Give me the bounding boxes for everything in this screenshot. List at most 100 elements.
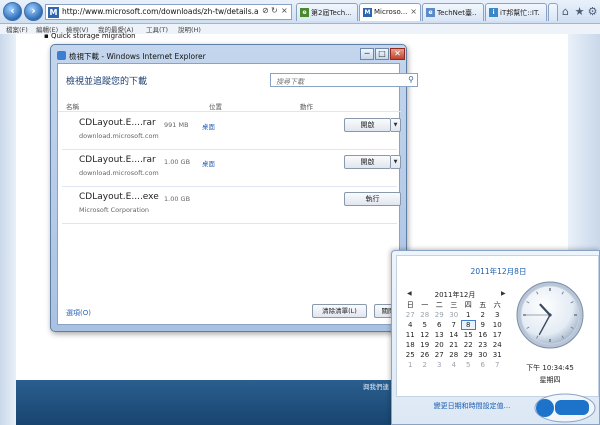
current-date-link[interactable]: 2011年12月8日 <box>397 266 600 277</box>
calendar-day[interactable]: 2 <box>418 360 433 370</box>
calendar-day[interactable]: 28 <box>418 310 433 320</box>
calendar-day[interactable]: 1 <box>461 310 476 320</box>
calendar-day-today[interactable]: 8 <box>461 320 476 330</box>
download-row: CDLayout.E....rar download.microsoft.com… <box>58 152 401 187</box>
download-location-link[interactable]: 桌面 <box>202 121 215 131</box>
tab-label: TechNet臺... <box>437 9 477 17</box>
clock-weekday: 星期四 <box>539 376 561 384</box>
calendar-day[interactable]: 29 <box>461 350 476 360</box>
calendar-week-row: 18 19 20 21 22 23 24 <box>403 340 511 350</box>
calendar-week-row: 25 26 27 28 29 30 31 <box>403 350 511 360</box>
calendar-day[interactable]: 9 <box>476 320 491 330</box>
calendar-day[interactable]: 25 <box>403 350 418 360</box>
calendar-day[interactable]: 29 <box>432 310 447 320</box>
chevron-down-icon[interactable]: ▼ <box>391 118 401 132</box>
tab-techdays[interactable]: e 第2屆Tech... <box>296 3 358 21</box>
download-filename: CDLayout.E....rar <box>79 118 156 128</box>
calendar-day[interactable]: 10 <box>490 320 505 330</box>
calendar-week-row: 1234567 <box>403 360 511 370</box>
calendar-day[interactable]: 6 <box>476 360 491 370</box>
header-divider <box>58 111 401 112</box>
calendar-day[interactable]: 7 <box>490 360 505 370</box>
clear-list-button[interactable]: 清除清單(L) <box>312 304 367 318</box>
address-bar[interactable]: M http://www.microsoft.com/downloads/zh-… <box>45 4 292 20</box>
calendar-day[interactable]: 27 <box>403 310 418 320</box>
itbang-logo <box>534 393 596 423</box>
calendar-day[interactable]: 7 <box>447 320 462 330</box>
tab-itbang[interactable]: i iT邦幫忙::IT... <box>485 3 547 21</box>
download-manager-body: 檢視並追蹤您的下載 搜尋下載 ⚲ 名稱 位置 動作 CDLayout.E....… <box>57 63 418 325</box>
new-tab-button[interactable] <box>548 3 558 21</box>
menu-file[interactable]: 檔案(F) <box>6 24 28 34</box>
close-tab-icon[interactable]: × <box>410 7 417 16</box>
calendar-day[interactable]: 22 <box>461 340 476 350</box>
calendar-day[interactable]: 17 <box>490 330 505 340</box>
search-placeholder: 搜尋下載 <box>276 78 304 86</box>
prev-month-icon[interactable]: ◀ <box>407 290 412 297</box>
calendar-day[interactable]: 16 <box>476 330 491 340</box>
tab-technet[interactable]: e TechNet臺... <box>422 3 484 21</box>
search-downloads-input[interactable]: 搜尋下載 ⚲ <box>270 73 418 87</box>
menu-help[interactable]: 說明(H) <box>178 24 201 34</box>
row-divider <box>62 223 397 224</box>
menu-tools[interactable]: 工具(T) <box>146 24 168 34</box>
download-row: CDLayout.E....exe Microsoft Corporation … <box>58 189 401 224</box>
stop-icon[interactable]: × <box>281 6 288 15</box>
compat-icon[interactable]: ⊘ <box>262 6 269 15</box>
settings-icon[interactable]: ⚙ <box>585 4 600 19</box>
calendar-day[interactable]: 5 <box>418 320 433 330</box>
home-icon[interactable]: ⌂ <box>558 4 573 19</box>
calendar-day[interactable]: 26 <box>418 350 433 360</box>
calendar-day[interactable]: 18 <box>403 340 418 350</box>
close-window-button[interactable]: ✕ <box>390 48 405 60</box>
calendar-day[interactable]: 23 <box>476 340 491 350</box>
calendar-day[interactable]: 6 <box>432 320 447 330</box>
calendar-day[interactable]: 21 <box>447 340 462 350</box>
run-button[interactable]: 執行 <box>344 192 401 206</box>
download-filename: CDLayout.E....rar <box>79 155 156 165</box>
calendar-day[interactable]: 27 <box>432 350 447 360</box>
address-url[interactable]: http://www.microsoft.com/downloads/zh-tw… <box>62 7 258 16</box>
calendar-day[interactable]: 1 <box>403 360 418 370</box>
row-divider <box>62 149 397 150</box>
tab-microsoft[interactable]: M Microso... × <box>359 3 421 21</box>
next-month-icon[interactable]: ▶ <box>501 290 506 297</box>
clock-time: 下午 10:34:45 <box>526 364 574 372</box>
calendar-day[interactable]: 24 <box>490 340 505 350</box>
calendar-day[interactable]: 4 <box>403 320 418 330</box>
back-arrow-icon[interactable]: ‹ <box>3 2 22 21</box>
footer-link[interactable]: 興我們連 <box>363 381 389 391</box>
minimize-button[interactable]: ─ <box>360 48 374 60</box>
tab-label: iT邦幫忙::IT... <box>500 9 540 17</box>
search-icon[interactable]: ⚲ <box>408 75 414 84</box>
download-location-link[interactable]: 桌面 <box>202 158 215 168</box>
forward-arrow-icon[interactable]: › <box>24 2 43 21</box>
row-divider <box>62 186 397 187</box>
weekday-label: 一 <box>421 301 429 309</box>
open-button[interactable]: 開啟 <box>344 118 391 132</box>
options-link[interactable]: 選項(O) <box>66 308 91 318</box>
calendar-day[interactable]: 2 <box>476 310 491 320</box>
calendar-day[interactable]: 19 <box>418 340 433 350</box>
calendar-day[interactable]: 14 <box>447 330 462 340</box>
calendar-day[interactable]: 15 <box>461 330 476 340</box>
change-date-time-link[interactable]: 變更日期和時間設定值... <box>392 401 552 411</box>
calendar-day[interactable]: 20 <box>432 340 447 350</box>
calendar-day[interactable]: 11 <box>403 330 418 340</box>
calendar-month[interactable]: 2011年12月 <box>415 290 495 300</box>
calendar-day[interactable]: 12 <box>418 330 433 340</box>
calendar-day[interactable]: 13 <box>432 330 447 340</box>
site-favicon-icon: M <box>48 7 59 18</box>
calendar-day[interactable]: 5 <box>461 360 476 370</box>
refresh-icon[interactable]: ↻ <box>271 6 278 15</box>
calendar-day[interactable]: 4 <box>447 360 462 370</box>
calendar-day[interactable]: 31 <box>490 350 505 360</box>
calendar-day[interactable]: 3 <box>432 360 447 370</box>
calendar-day[interactable]: 3 <box>490 310 505 320</box>
chevron-down-icon[interactable]: ▼ <box>391 155 401 169</box>
open-button[interactable]: 開啟 <box>344 155 391 169</box>
calendar-day[interactable]: 30 <box>447 310 462 320</box>
calendar-day[interactable]: 30 <box>476 350 491 360</box>
maximize-button[interactable]: □ <box>375 48 389 60</box>
calendar-day[interactable]: 28 <box>447 350 462 360</box>
